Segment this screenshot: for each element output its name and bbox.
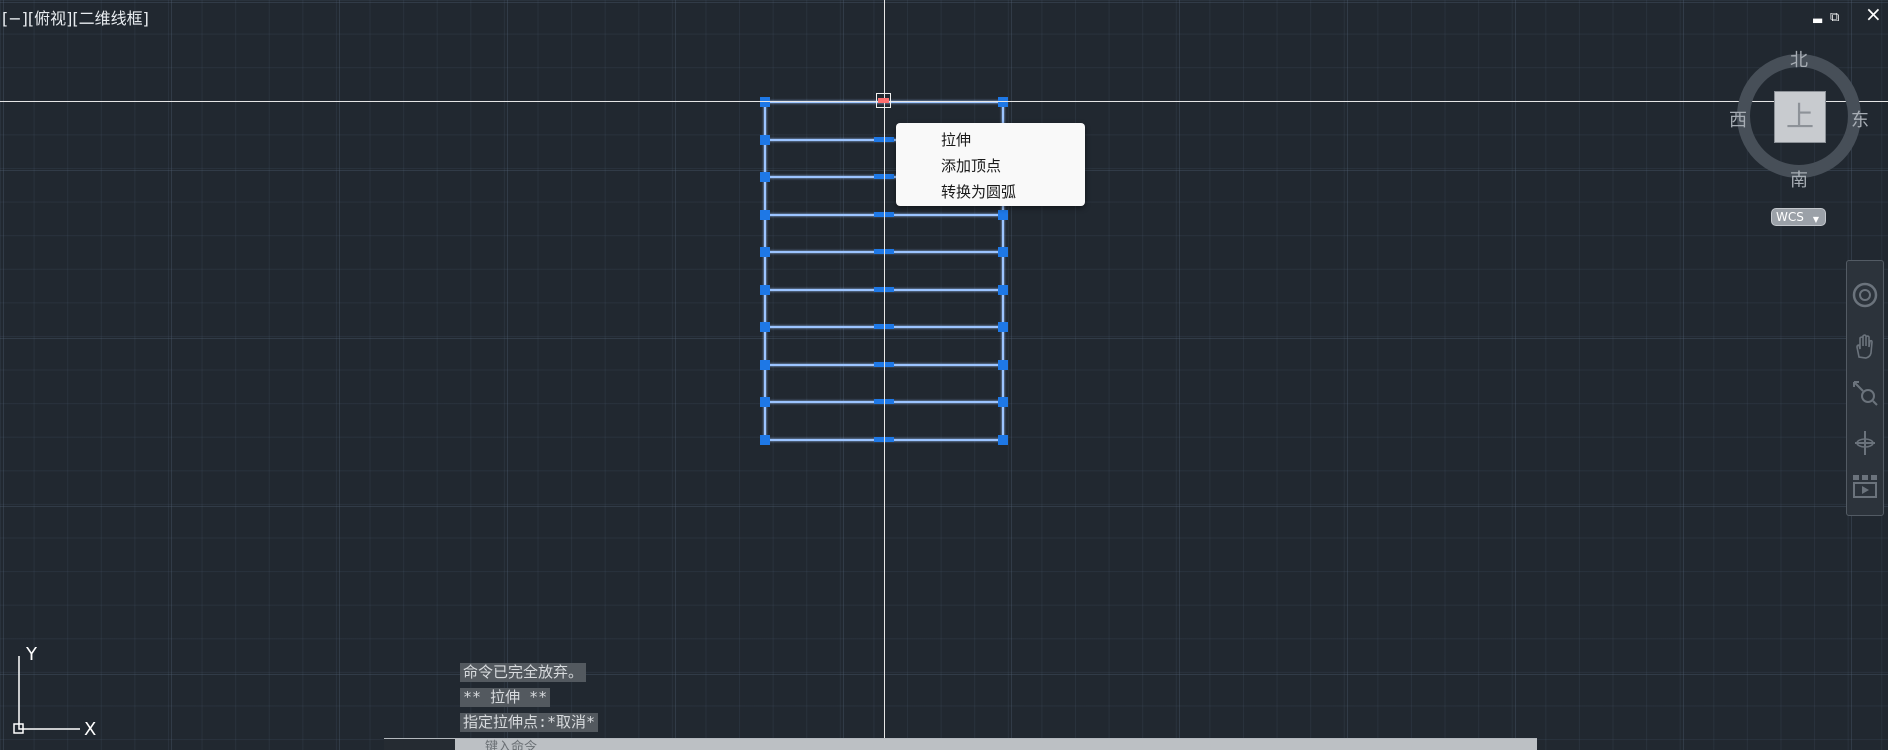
hot-grip-cursor[interactable] — [876, 93, 891, 108]
ucs-y-label: Y — [25, 644, 38, 665]
command-history-line: ** 拉伸 ** — [460, 688, 551, 707]
restore-icon[interactable]: ⧉ — [1830, 10, 1839, 26]
minimize-icon[interactable]: ▬ — [1812, 12, 1823, 28]
ucs-menu-label: WCS — [1776, 210, 1804, 224]
steering-wheel-icon[interactable] — [1851, 281, 1879, 309]
chevron-down-icon: ▼ — [1812, 215, 1819, 224]
vertex-grip — [760, 172, 770, 182]
vertex-grip — [998, 397, 1008, 407]
vertex-grip — [998, 247, 1008, 257]
menu-item-convert-to-arc[interactable]: 转换为圆弧 — [896, 179, 1085, 205]
ucs-x-label: X — [84, 719, 96, 738]
menu-item-stretch[interactable]: 拉伸 — [896, 127, 1085, 153]
vertex-grip — [760, 97, 770, 107]
vertex-grip — [760, 135, 770, 145]
drawing-canvas[interactable]: [−][俯视][二维线框] 拉伸 添加顶点 转换为圆弧 ▬ ⧉ × 上 北 南 … — [0, 0, 1888, 750]
vertex-grip — [760, 322, 770, 332]
vertex-grip — [998, 435, 1008, 445]
vertex-grip — [760, 285, 770, 295]
navigation-bar — [1846, 260, 1884, 516]
pan-icon[interactable] — [1851, 333, 1879, 361]
compass-south[interactable]: 南 — [1790, 166, 1808, 192]
vertex-grip — [760, 210, 770, 220]
command-history-line: 指定拉伸点:*取消* — [460, 713, 599, 732]
command-line: 键入命令 — [384, 738, 1537, 750]
command-history-line: 命令已完全放弃。 — [460, 663, 587, 682]
vertex-grip — [998, 322, 1008, 332]
viewcube-top-face[interactable]: 上 — [1774, 91, 1826, 143]
command-input[interactable]: 键入命令 — [455, 739, 1537, 750]
vertex-grip — [998, 97, 1008, 107]
viewport-window-controls: ▬ ⧉ × — [1790, 0, 1888, 30]
vertex-grip — [760, 435, 770, 445]
orbit-icon[interactable] — [1851, 429, 1879, 457]
compass-north[interactable]: 北 — [1790, 46, 1808, 72]
vertex-grip — [998, 285, 1008, 295]
vertex-grip — [760, 360, 770, 370]
grip-context-menu: 拉伸 添加顶点 转换为圆弧 — [896, 123, 1085, 206]
vertex-grip — [760, 397, 770, 407]
close-icon[interactable]: × — [1865, 4, 1882, 24]
command-line-handle[interactable] — [384, 739, 455, 750]
ucs-icon: Y X — [13, 644, 96, 738]
crosshair-horizontal — [0, 101, 1888, 102]
hot-grip[interactable] — [878, 98, 889, 103]
selected-polyline-drawing[interactable] — [0, 0, 1888, 750]
viewcube[interactable]: 上 北 南 东 西 WCS ▼ — [1725, 40, 1875, 240]
menu-item-add-vertex[interactable]: 添加顶点 — [896, 153, 1085, 179]
ucs-menu-button[interactable]: WCS ▼ — [1771, 208, 1826, 226]
vertex-grip — [760, 247, 770, 257]
crosshair-vertical — [884, 0, 885, 750]
showmotion-icon[interactable] — [1851, 471, 1879, 499]
vertex-grip — [998, 210, 1008, 220]
compass-west[interactable]: 西 — [1729, 106, 1747, 132]
compass-east[interactable]: 东 — [1851, 106, 1869, 132]
vertex-grip — [998, 360, 1008, 370]
zoom-extents-icon[interactable] — [1851, 379, 1879, 407]
